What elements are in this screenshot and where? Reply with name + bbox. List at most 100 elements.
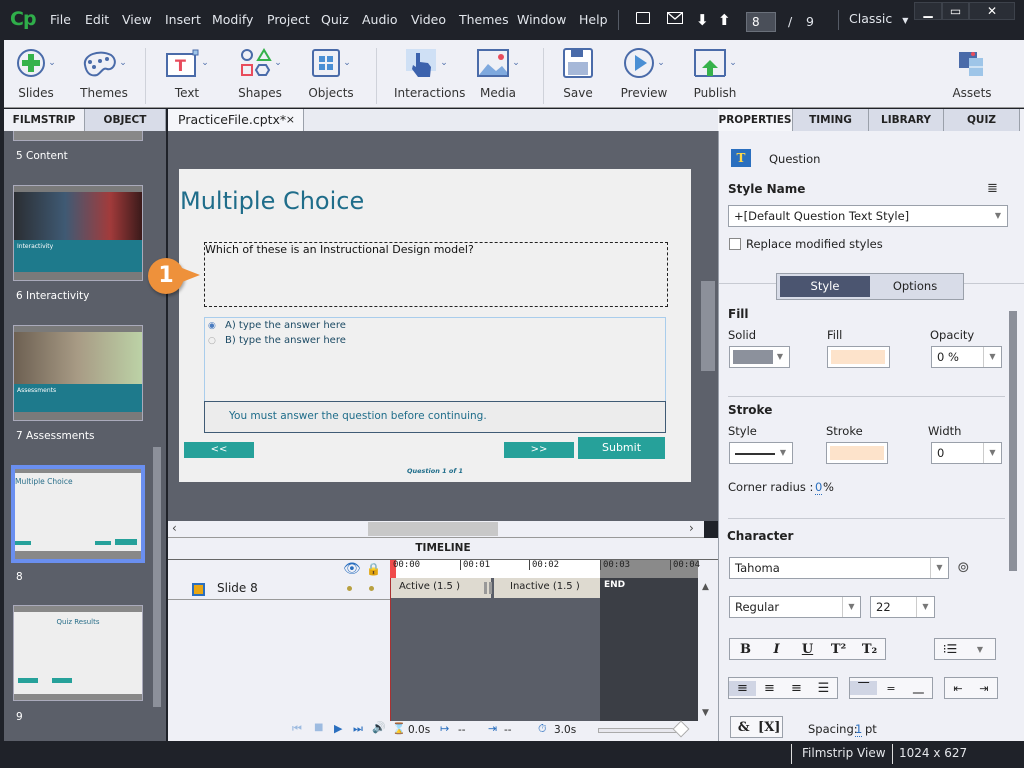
minimize-button[interactable]: ▁ <box>914 2 942 20</box>
objects-button[interactable]: ⌄ Objects <box>303 44 359 100</box>
publish-button[interactable]: ⌄ Publish <box>687 44 743 100</box>
style-menu-icon[interactable]: ≣ <box>987 181 998 196</box>
close-tab-icon[interactable]: × <box>286 113 295 126</box>
slide-title[interactable]: Multiple Choice <box>180 187 364 215</box>
opacity-dropdown[interactable]: 0 % ▼ <box>931 346 1002 368</box>
answer-b[interactable]: B) type the answer here <box>225 335 346 346</box>
italic-button[interactable]: I <box>761 642 792 657</box>
lock-dot[interactable] <box>369 586 374 591</box>
segment-options[interactable]: Options <box>870 276 960 297</box>
stroke-width-dropdown[interactable]: 0 ▼ <box>931 442 1002 464</box>
menu-modify[interactable]: Modify <box>212 12 253 27</box>
timeline-ruler[interactable]: 00:00 00:01 00:02 00:03 00:04 <box>390 560 700 578</box>
stage-vertical-scrollbar[interactable] <box>701 281 715 371</box>
feedback-caption[interactable]: You must answer the question before cont… <box>204 401 666 433</box>
play-icon[interactable]: ▶ <box>334 722 342 735</box>
menu-insert[interactable]: Insert <box>165 12 201 27</box>
menu-view[interactable]: View <box>122 12 152 27</box>
link-fonts-icon[interactable]: ⊚ <box>957 558 970 576</box>
close-window-button[interactable]: ✕ <box>969 2 1015 20</box>
properties-scrollbar[interactable] <box>1009 311 1017 571</box>
menu-project[interactable]: Project <box>267 12 310 27</box>
inactive-segment[interactable]: Inactive (1.5 ) <box>494 578 600 598</box>
spacing-value[interactable]: 1 <box>855 722 863 737</box>
align-left-icon[interactable]: ≡ <box>729 680 756 696</box>
align-bottom-icon[interactable]: ⎽ <box>905 681 932 695</box>
bullets-dropdown[interactable]: ⁝☰ ▼ <box>934 638 996 660</box>
menu-video[interactable]: Video <box>411 12 446 27</box>
menu-help[interactable]: Help <box>579 12 608 27</box>
menu-audio[interactable]: Audio <box>362 12 398 27</box>
question-text-box[interactable]: Which of these is an Instructional Desig… <box>204 242 668 307</box>
scroll-right-icon[interactable]: › <box>689 521 694 535</box>
eye-visibility-icon[interactable]: 👁 <box>343 561 361 577</box>
insert-variable-button[interactable]: [X] <box>757 720 783 735</box>
stroke-style-dropdown[interactable]: ▼ <box>729 442 793 464</box>
justify-icon[interactable]: ☰ <box>810 681 837 696</box>
tab-object-state[interactable]: OBJECT STATE <box>85 109 166 148</box>
visibility-dot[interactable] <box>347 586 352 591</box>
underline-button[interactable]: U <box>792 642 823 657</box>
superscript-button[interactable]: T² <box>823 642 854 657</box>
maximize-button[interactable]: ▭ <box>942 2 969 20</box>
filmstrip-scrollbar[interactable] <box>153 447 161 707</box>
font-family-dropdown[interactable]: Tahoma ▼ <box>729 557 949 579</box>
slide-thumbnail-8-selected[interactable]: Multiple Choice <box>11 465 145 563</box>
replace-styles-checkbox[interactable] <box>729 238 741 250</box>
insert-symbol-button[interactable]: & <box>731 720 757 735</box>
pause-marker-icon[interactable] <box>484 582 492 594</box>
scroll-left-icon[interactable]: ‹ <box>172 521 177 535</box>
corner-radius-value[interactable]: 0 <box>815 480 823 495</box>
menu-edit[interactable]: Edit <box>85 12 109 27</box>
save-button[interactable]: Save <box>550 44 606 100</box>
scroll-up-icon[interactable]: ▲ <box>702 582 709 592</box>
zoom-slider[interactable] <box>598 720 690 738</box>
indent-icon[interactable]: ⇥ <box>971 682 997 695</box>
tab-properties[interactable]: PROPERTIES <box>718 109 793 131</box>
rewind-icon[interactable]: ⏮ <box>292 722 302 736</box>
menu-quiz[interactable]: Quiz <box>321 12 349 27</box>
menu-themes[interactable]: Themes <box>459 12 509 27</box>
stroke-color-picker[interactable] <box>826 442 888 464</box>
tab-timing[interactable]: TIMING <box>793 109 869 131</box>
segment-style[interactable]: Style <box>780 276 870 297</box>
shapes-button[interactable]: ⌄ Shapes <box>232 44 288 100</box>
align-middle-icon[interactable]: = <box>877 682 904 695</box>
fill-type-dropdown[interactable]: ▼ <box>729 346 790 368</box>
answer-a[interactable]: A) type the answer here <box>225 320 346 331</box>
submit-button[interactable]: Submit <box>578 437 665 459</box>
tab-library[interactable]: LIBRARY <box>869 109 944 131</box>
zoom-slider-handle[interactable] <box>672 720 690 738</box>
active-segment[interactable]: Active (1.5 ) <box>391 578 491 598</box>
audio-icon[interactable]: 🔊 <box>372 721 386 734</box>
themes-button[interactable]: ⌄ Themes <box>76 44 132 100</box>
tab-filmstrip[interactable]: FILMSTRIP <box>4 109 85 131</box>
timeline-row-label[interactable]: Slide 8 <box>217 581 258 595</box>
align-right-icon[interactable]: ≡ <box>783 681 810 696</box>
tab-practice-file[interactable]: PracticeFile.cptx* × <box>168 109 304 131</box>
slide-thumbnail-7[interactable]: Assessments <box>13 325 143 421</box>
scroll-thumb[interactable] <box>368 522 498 536</box>
font-style-dropdown[interactable]: Regular ▼ <box>729 596 861 618</box>
menu-window[interactable]: Window <box>517 12 566 27</box>
tab-quiz[interactable]: QUIZ <box>944 109 1020 131</box>
scroll-down-icon[interactable]: ▼ <box>702 708 709 718</box>
next-button[interactable]: >> <box>504 442 574 458</box>
workspace-switcher[interactable]: Classic ▼ <box>849 11 908 26</box>
back-button[interactable]: << <box>184 442 254 458</box>
email-icon[interactable] <box>667 12 683 24</box>
stop-icon[interactable]: ■ <box>314 722 323 733</box>
slide-thumbnail-6[interactable]: Interactivity <box>13 185 143 281</box>
next-slide-arrow-icon[interactable]: ⬇ <box>696 11 709 29</box>
slides-button[interactable]: ⌄ Slides <box>8 44 64 100</box>
subscript-button[interactable]: T₂ <box>854 642 885 657</box>
radio-selected-icon[interactable]: ◉ <box>208 321 216 331</box>
menu-file[interactable]: File <box>50 12 71 27</box>
assets-button[interactable]: Assets <box>944 44 1000 100</box>
stage-horizontal-scrollbar[interactable]: ‹ › <box>168 521 704 538</box>
media-button[interactable]: ⌄ Media <box>470 44 526 100</box>
font-size-dropdown[interactable]: 22 ▼ <box>870 596 935 618</box>
page-number-input[interactable]: 8 <box>746 12 776 32</box>
lock-icon[interactable]: 🔒 <box>366 562 381 576</box>
preview-button[interactable]: ⌄ Preview <box>616 44 672 100</box>
